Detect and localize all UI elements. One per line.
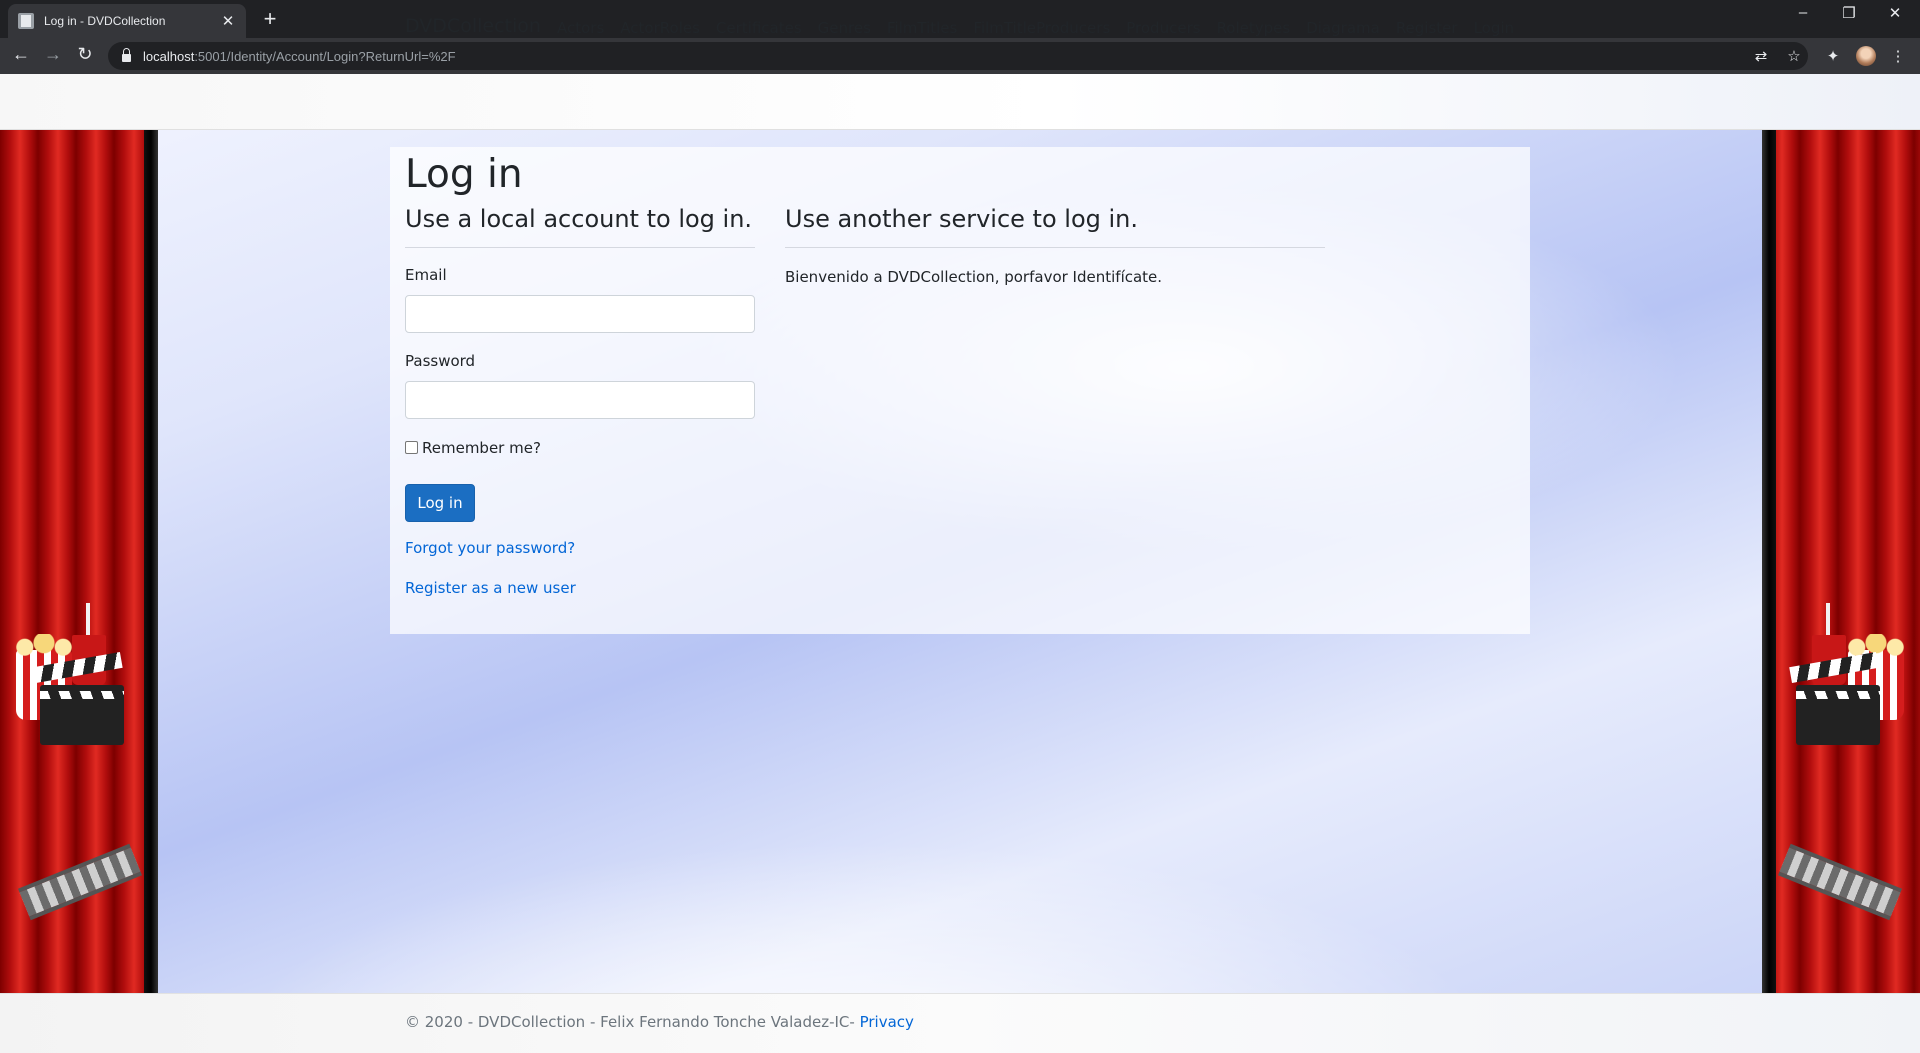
back-icon[interactable]: ← <box>9 44 33 65</box>
extensions-icon[interactable]: ✦ <box>1823 47 1843 65</box>
tab-title: Log in - DVDCollection <box>44 14 166 28</box>
password-label: Password <box>405 352 476 370</box>
footer: © 2020 - DVDCollection - Felix Fernando … <box>405 1013 914 1031</box>
bookmark-star-icon[interactable]: ☆ <box>1784 47 1804 65</box>
nav-link-actors[interactable]: Actors <box>557 19 604 37</box>
site-navbar <box>0 74 1920 130</box>
divider <box>785 247 1325 248</box>
site-footer-band <box>0 993 1920 1053</box>
minimize-icon[interactable]: – <box>1780 4 1826 21</box>
email-label: Email <box>405 266 447 284</box>
page-title: Log in <box>405 152 523 197</box>
page-favicon-icon <box>18 13 34 29</box>
nav-link-login[interactable]: Login <box>1474 19 1514 37</box>
remember-me-checkbox[interactable] <box>405 441 418 454</box>
login-button[interactable]: Log in <box>405 484 475 522</box>
browser-menu-icon[interactable]: ⋮ <box>1888 47 1908 65</box>
new-tab-icon[interactable]: + <box>258 6 282 32</box>
nav-link-certificates[interactable]: Certificates <box>716 19 802 37</box>
nav-link-filmtitles[interactable]: FilmTitles <box>887 19 957 37</box>
lock-icon <box>122 48 131 62</box>
clapperboard-icon <box>1796 685 1880 745</box>
address-bar[interactable]: localhost:5001/Identity/Account/Login?Re… <box>108 42 1808 70</box>
tab-close-icon[interactable]: ✕ <box>220 12 236 30</box>
remember-me-label[interactable]: Remember me? <box>422 439 541 457</box>
restore-icon[interactable]: ❐ <box>1826 4 1872 22</box>
brand-link[interactable]: DVDCollection <box>405 15 541 37</box>
forward-icon[interactable]: → <box>41 44 65 65</box>
film-reel-icon <box>1778 843 1902 921</box>
forgot-password-link[interactable]: Forgot your password? <box>405 539 575 557</box>
main-nav: Actors ActorRoles Certificates Genres Fi… <box>557 19 1530 37</box>
left-curtain-decoration <box>0 130 158 993</box>
clapperboard-icon <box>40 685 124 745</box>
profile-avatar[interactable] <box>1856 46 1876 66</box>
password-field[interactable] <box>405 381 755 419</box>
nav-link-register[interactable]: Register <box>1396 19 1458 37</box>
url-text: localhost:5001/Identity/Account/Login?Re… <box>143 48 456 64</box>
nav-link-roletypes[interactable]: Roletypes <box>1217 19 1291 37</box>
browser-toolbar: ← → ↻ localhost:5001/Identity/Account/Lo… <box>0 38 1920 74</box>
nav-link-actorroles[interactable]: ActorRoles <box>620 19 700 37</box>
local-account-heading: Use a local account to log in. <box>405 205 753 233</box>
privacy-link[interactable]: Privacy <box>860 1013 914 1031</box>
footer-copyright: © 2020 - DVDCollection - Felix Fernando … <box>405 1013 860 1031</box>
nav-link-genres[interactable]: Genres <box>818 19 871 37</box>
external-login-heading: Use another service to log in. <box>785 205 1138 233</box>
nav-link-diagrama[interactable]: Diagrama <box>1306 19 1380 37</box>
translate-icon[interactable]: ⇄ <box>1751 47 1771 65</box>
divider <box>405 247 755 248</box>
register-link[interactable]: Register as a new user <box>405 579 576 597</box>
close-window-icon[interactable]: ✕ <box>1872 4 1918 22</box>
right-curtain-decoration <box>1762 130 1920 993</box>
nav-link-filmtitleproducers[interactable]: FilmTitleProducers <box>973 19 1110 37</box>
welcome-message: Bienvenido a DVDCollection, porfavor Ide… <box>785 268 1163 286</box>
email-field[interactable] <box>405 295 755 333</box>
nav-link-producers[interactable]: Producers <box>1126 19 1200 37</box>
film-reel-icon <box>18 843 142 921</box>
browser-tab[interactable]: Log in - DVDCollection ✕ <box>8 4 246 38</box>
reload-icon[interactable]: ↻ <box>73 44 97 65</box>
